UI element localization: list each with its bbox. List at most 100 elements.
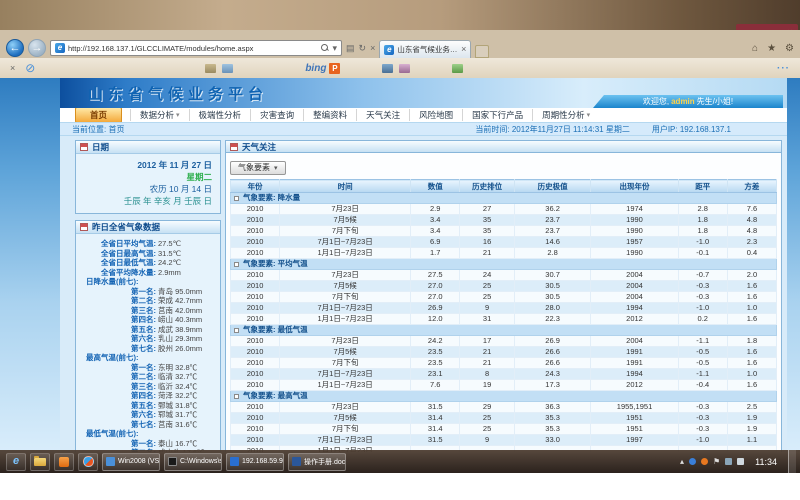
collapse-checkbox[interactable] <box>234 262 239 267</box>
group-label: 气象要素: 降水量 <box>243 193 300 202</box>
taskbar: e Win2008 (VS2...C:\Windows\s...192.168.… <box>0 450 800 473</box>
nav-item[interactable]: 天气关注 <box>356 109 409 121</box>
bing-logo[interactable]: bing P <box>305 63 340 74</box>
table-row[interactable]: 20107月1日~7月23日6.91614.61957-1.02.3 <box>231 237 777 248</box>
page-icon[interactable]: ▤ <box>346 44 355 53</box>
nav-item[interactable]: 极端性分析 <box>189 109 251 121</box>
table-row[interactable]: 20107月1日~7月23日23.1824.31994-1.11.0 <box>231 369 777 380</box>
table-row[interactable]: 20101月1日~7月23日12.03122.320120.21.6 <box>231 314 777 325</box>
weather-line-label: 第二名: <box>78 372 156 382</box>
taskbar-window-button[interactable]: C:\Windows\s... <box>164 453 222 471</box>
mail-plugin-icon[interactable] <box>222 64 233 73</box>
new-tab-button[interactable] <box>475 45 489 58</box>
tray-flag-icon[interactable]: ⚑ <box>713 457 720 466</box>
collapse-checkbox[interactable] <box>234 328 239 333</box>
address-input[interactable] <box>68 44 318 53</box>
network-icon[interactable] <box>725 458 732 465</box>
nav-item[interactable]: 周期性分析▾ <box>532 109 599 121</box>
table-group-row[interactable]: 气象要素: 最高气温 <box>231 391 777 402</box>
nav-item[interactable]: 首页 <box>75 107 122 123</box>
table-row[interactable]: 20107月23日31.52936.31955,1951-0.32.5 <box>231 402 777 413</box>
taskbar-window-icon <box>106 457 115 466</box>
speaker-icon[interactable] <box>737 458 744 465</box>
table-row[interactable]: 20107月下旬3.43523.719901.84.8 <box>231 226 777 237</box>
table-row[interactable]: 20107月23日27.52430.72004-0.72.0 <box>231 270 777 281</box>
favorites-star-icon[interactable]: ★ <box>767 43 776 54</box>
rocket-plugin-icon[interactable] <box>399 64 410 73</box>
weather-stat-line: 全省平均降水量:2.9mm <box>78 268 216 278</box>
taskbar-window-button[interactable]: Win2008 (VS2... <box>102 453 160 471</box>
table-row[interactable]: 20101月1日~7月23日7.61917.32012-0.41.6 <box>231 380 777 391</box>
tray-orange-icon[interactable] <box>701 458 708 465</box>
navbar: 首页数据分析▾极端性分析灾害查询整编资料天气关注风险地图国家下行产品周期性分析▾ <box>60 108 787 122</box>
tray-blue-icon[interactable] <box>689 458 696 465</box>
nav-item[interactable]: 国家下行产品 <box>462 109 532 121</box>
table-cell: 29 <box>460 402 515 413</box>
browser-tab[interactable]: e 山东省气候业务平... × <box>379 40 471 58</box>
puzzle-plugin-icon[interactable] <box>452 64 463 73</box>
table-row[interactable]: 20107月5候23.52126.61991-0.51.6 <box>231 347 777 358</box>
weather-panel-header: 昨日全省气象数据 <box>76 221 220 234</box>
taskbar-app-button[interactable] <box>54 453 74 471</box>
weather-line-value: 荣成 42.7mm <box>156 296 202 306</box>
element-selector-button[interactable]: 气象要素 ▾ <box>230 161 286 175</box>
taskbar-ie-button[interactable]: e <box>6 453 26 471</box>
table-row[interactable]: 20107月下旬27.02530.52004-0.31.6 <box>231 292 777 303</box>
table-row[interactable]: 20107月23日24.21726.92004-1.11.8 <box>231 336 777 347</box>
address-bar[interactable]: e ▾ <box>50 40 342 56</box>
table-row[interactable]: 20107月23日2.92736.219742.87.6 <box>231 204 777 215</box>
table-group-row[interactable]: 气象要素: 平均气温 <box>231 259 777 270</box>
weather-line-label: 第四名: <box>78 315 156 325</box>
weather-rank-line: 第一名:东明 32.8℃ <box>78 363 216 373</box>
nav-item[interactable]: 整编资料 <box>303 109 356 121</box>
toolbar-close-icon[interactable]: × <box>10 64 15 73</box>
table-row[interactable]: 20107月下旬31.42535.31951-0.31.9 <box>231 424 777 435</box>
camera-plugin-icon[interactable] <box>382 64 393 73</box>
table-cell: 1.9 <box>727 413 776 424</box>
taskbar-window-button[interactable]: 操作手册.docx ... <box>288 453 346 471</box>
weather-line-label: 第六名: <box>78 334 156 344</box>
table-row[interactable]: 20107月5候3.43523.719901.84.8 <box>231 215 777 226</box>
taskbar-window-button[interactable]: 192.168.59.99... <box>226 453 284 471</box>
back-button[interactable]: ← <box>6 39 24 57</box>
taskbar-clock[interactable]: 11:34 <box>749 457 783 467</box>
table-cell: 1991 <box>591 347 678 358</box>
weather-line-value: 鄄城 31.8℃ <box>156 401 197 411</box>
weather-focus-header: 天气关注 <box>225 140 782 153</box>
table-row[interactable]: 20107月5候31.42535.31951-0.31.9 <box>231 413 777 424</box>
table-row[interactable]: 20107月1日~7月23日31.5933.01997-1.01.1 <box>231 435 777 446</box>
more-options-icon[interactable]: ··· <box>777 63 790 74</box>
taskbar-media-button[interactable] <box>78 453 98 471</box>
table-row[interactable]: 20107月1日~7月23日26.9928.01994-1.01.0 <box>231 303 777 314</box>
refresh-icon[interactable]: ↻ <box>359 44 367 53</box>
table-cell: 8 <box>460 369 515 380</box>
table-group-row[interactable]: 气象要素: 降水量 <box>231 193 777 204</box>
tab-close-icon[interactable]: × <box>461 45 466 54</box>
table-row[interactable]: 20107月下旬23.52126.61991-0.51.6 <box>231 358 777 369</box>
taskbar-explorer-button[interactable] <box>30 453 50 471</box>
show-desktop-button[interactable] <box>788 450 796 473</box>
weather-line-label: 全省日最高气温: <box>78 249 156 259</box>
card-plugin-icon[interactable] <box>205 64 216 73</box>
nav-item[interactable]: 风险地图 <box>409 109 462 121</box>
table-cell: 31.4 <box>411 413 460 424</box>
table-group-row[interactable]: 气象要素: 最低气温 <box>231 325 777 336</box>
table-row[interactable]: 20107月5候27.02530.52004-0.31.6 <box>231 281 777 292</box>
table-cell: 17.3 <box>514 380 590 391</box>
collapse-checkbox[interactable] <box>234 196 239 201</box>
nav-item[interactable]: 灾害查询 <box>250 109 303 121</box>
tray-expand-icon[interactable]: ▴ <box>680 457 684 466</box>
nav-item[interactable]: 数据分析▾ <box>130 109 189 121</box>
forward-button[interactable]: → <box>28 39 46 57</box>
table-row[interactable]: 20101月1日~7月23日1.7212.81990-0.10.4 <box>231 248 777 259</box>
table-cell: -0.3 <box>678 424 727 435</box>
block-circle-icon[interactable]: ⊘ <box>25 61 35 75</box>
chevron-down-icon[interactable]: ▾ <box>332 44 337 53</box>
tools-gear-icon[interactable]: ⚙ <box>785 43 794 54</box>
table-cell: 7月23日 <box>280 204 411 215</box>
collapse-checkbox[interactable] <box>234 394 239 399</box>
search-icon[interactable] <box>321 44 329 52</box>
home-icon[interactable]: ⌂ <box>752 43 758 54</box>
table-cell: 24 <box>460 270 515 281</box>
stop-icon[interactable]: × <box>370 44 375 53</box>
